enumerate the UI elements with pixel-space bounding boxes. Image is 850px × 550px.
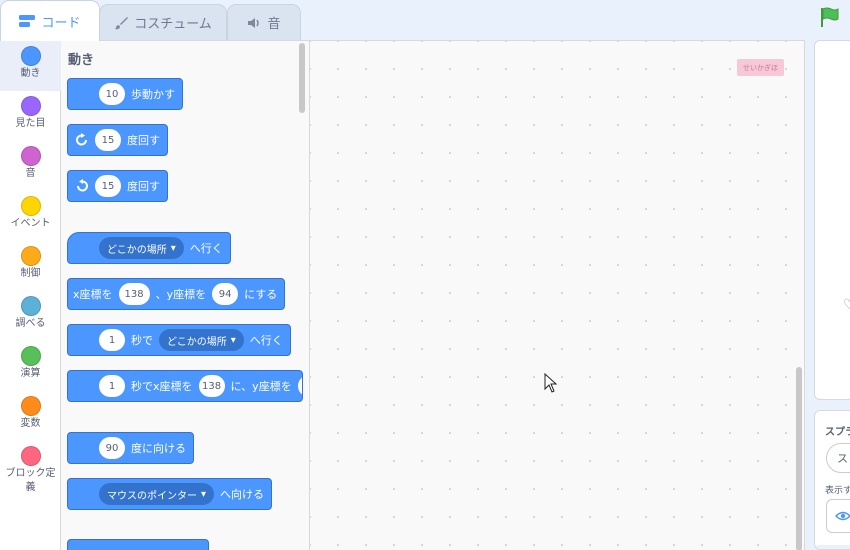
goto-x-input[interactable]: 138 [118, 283, 150, 305]
turn-right-input[interactable]: 15 [95, 129, 121, 151]
block-partial-next[interactable] [67, 539, 209, 550]
block-glide-to[interactable]: 1 秒で どこかの場所 ▾ へ行く [67, 324, 291, 356]
goto-text: へ行く [189, 242, 223, 255]
block-glide-xy[interactable]: 1 秒でx座標を 138 に、y座標を 9 [67, 370, 303, 402]
palette-scrollbar[interactable] [299, 43, 305, 113]
tab-code-label: コード [41, 15, 81, 31]
turn-left-input[interactable]: 15 [95, 175, 121, 197]
block-palette: 動き 10 歩動かす 15 度回す 15 度回す どこかの場所 ▾ へ行く x座標… [61, 40, 310, 550]
sprite-info-panel: スプラ ス 表示す [814, 410, 850, 550]
category-operators[interactable]: 演算 [0, 341, 61, 391]
point-towards-value: マウスのポインター [107, 490, 197, 502]
glide-target-value: どこかの場所 [167, 336, 227, 348]
speaker-icon [248, 17, 260, 28]
variables-dot-icon [20, 396, 41, 416]
goto-y-input[interactable]: 94 [212, 283, 239, 305]
goto-xy-mid: 、y座標を [155, 288, 207, 301]
block-turn-right[interactable]: 15 度回す [67, 124, 168, 156]
stage-sprite-outline-icon: ♡ [843, 297, 850, 313]
block-point-towards[interactable]: マウスのポインター ▾ へ向ける [67, 478, 273, 510]
glide-xy-secs-input[interactable]: 1 [99, 375, 125, 397]
sprite-panel-divider [815, 545, 850, 549]
show-label: 表示す [825, 486, 850, 496]
goto-target-dropdown[interactable]: どこかの場所 ▾ [99, 237, 184, 259]
palette-section-title: 動き [68, 53, 95, 68]
category-variables[interactable]: 変数 [0, 391, 61, 441]
glide-xy-text2: に、y座標を [230, 380, 292, 393]
mouse-cursor-icon [544, 373, 558, 393]
tab-costume-label: コスチューム [134, 17, 212, 32]
category-sound[interactable]: 音 [0, 141, 61, 191]
stage[interactable]: ♡ [814, 40, 850, 400]
block-goto[interactable]: どこかの場所 ▾ へ行く [67, 232, 231, 264]
block-move-steps[interactable]: 10 歩動かす [67, 78, 183, 110]
dropdown-caret-icon: ▾ [170, 242, 176, 254]
motion-dot-icon [20, 46, 41, 66]
category-my-blocks[interactable]: ブロック定義 [0, 441, 61, 501]
category-motion[interactable]: 動き [0, 41, 61, 91]
glide-secs-input[interactable]: 1 [99, 329, 125, 351]
category-sensing[interactable]: 調べる [0, 291, 61, 341]
tab-sound[interactable]: 音 [227, 4, 301, 40]
glide-to-text2: へ行く [249, 334, 283, 347]
brush-icon [115, 16, 129, 29]
workspace-scrollbar[interactable] [796, 367, 802, 550]
move-steps-input[interactable]: 10 [99, 83, 125, 105]
show-sprite-button[interactable] [826, 499, 850, 533]
category-looks[interactable]: 見た目 [0, 91, 61, 141]
category-control[interactable]: 制御 [0, 241, 61, 291]
category-events[interactable]: イベント [0, 191, 61, 241]
dropdown-caret-icon: ▾ [230, 334, 236, 346]
sprite-label: スプラ [825, 427, 850, 438]
block-goto-xy[interactable]: x座標を 138 、y座標を 94 にする [67, 278, 286, 310]
code-icon [19, 15, 36, 27]
category-menu: 動き 見た目 音 イベント 制御 調べる 演算 変数 ブロック定義 [0, 40, 61, 550]
point-towards-text: へ向ける [220, 488, 265, 501]
block-point-direction[interactable]: 90 度に向ける [67, 432, 194, 464]
move-steps-text: 歩動かす [131, 88, 175, 101]
glide-x-input[interactable]: 138 [198, 375, 225, 397]
goto-target-value: どこかの場所 [107, 244, 167, 256]
goto-xy-suffix: にする [244, 288, 278, 301]
sound-dot-icon [20, 146, 41, 166]
green-flag-icon[interactable] [818, 6, 840, 28]
rotate-right-icon [76, 133, 87, 146]
glide-y-input[interactable]: 9 [297, 375, 302, 397]
editor-tab-bar: コード コスチューム 音 [0, 0, 850, 41]
rotate-left-icon [77, 179, 88, 192]
sprite-name-tag: せいかぎほ [737, 59, 784, 76]
operators-dot-icon [20, 346, 41, 366]
eye-icon [835, 511, 850, 521]
tab-sound-label: 音 [267, 17, 281, 32]
block-turn-left[interactable]: 15 度回す [67, 170, 168, 202]
events-dot-icon [20, 196, 41, 216]
looks-dot-icon [20, 96, 41, 116]
point-direction-text: 度に向ける [131, 442, 186, 455]
turn-left-text: 度回す [127, 180, 160, 193]
tab-costume[interactable]: コスチューム [99, 4, 227, 40]
glide-xy-text1: 秒でx座標を [131, 380, 193, 393]
sprite-name-field[interactable]: ス [826, 443, 850, 473]
dropdown-caret-icon: ▾ [201, 488, 207, 500]
my-blocks-dot-icon [20, 446, 41, 466]
point-towards-dropdown[interactable]: マウスのポインター ▾ [99, 483, 215, 505]
sensing-dot-icon [20, 296, 41, 316]
goto-xy-prefix: x座標を [73, 288, 113, 301]
point-direction-input[interactable]: 90 [99, 437, 125, 459]
turn-right-text: 度回す [127, 134, 160, 147]
control-dot-icon [20, 246, 41, 266]
tab-code[interactable]: コード [0, 0, 100, 41]
glide-to-text1: 秒で [131, 334, 153, 347]
script-workspace[interactable]: せいかぎほ [310, 40, 805, 550]
glide-target-dropdown[interactable]: どこかの場所 ▾ [159, 329, 244, 351]
